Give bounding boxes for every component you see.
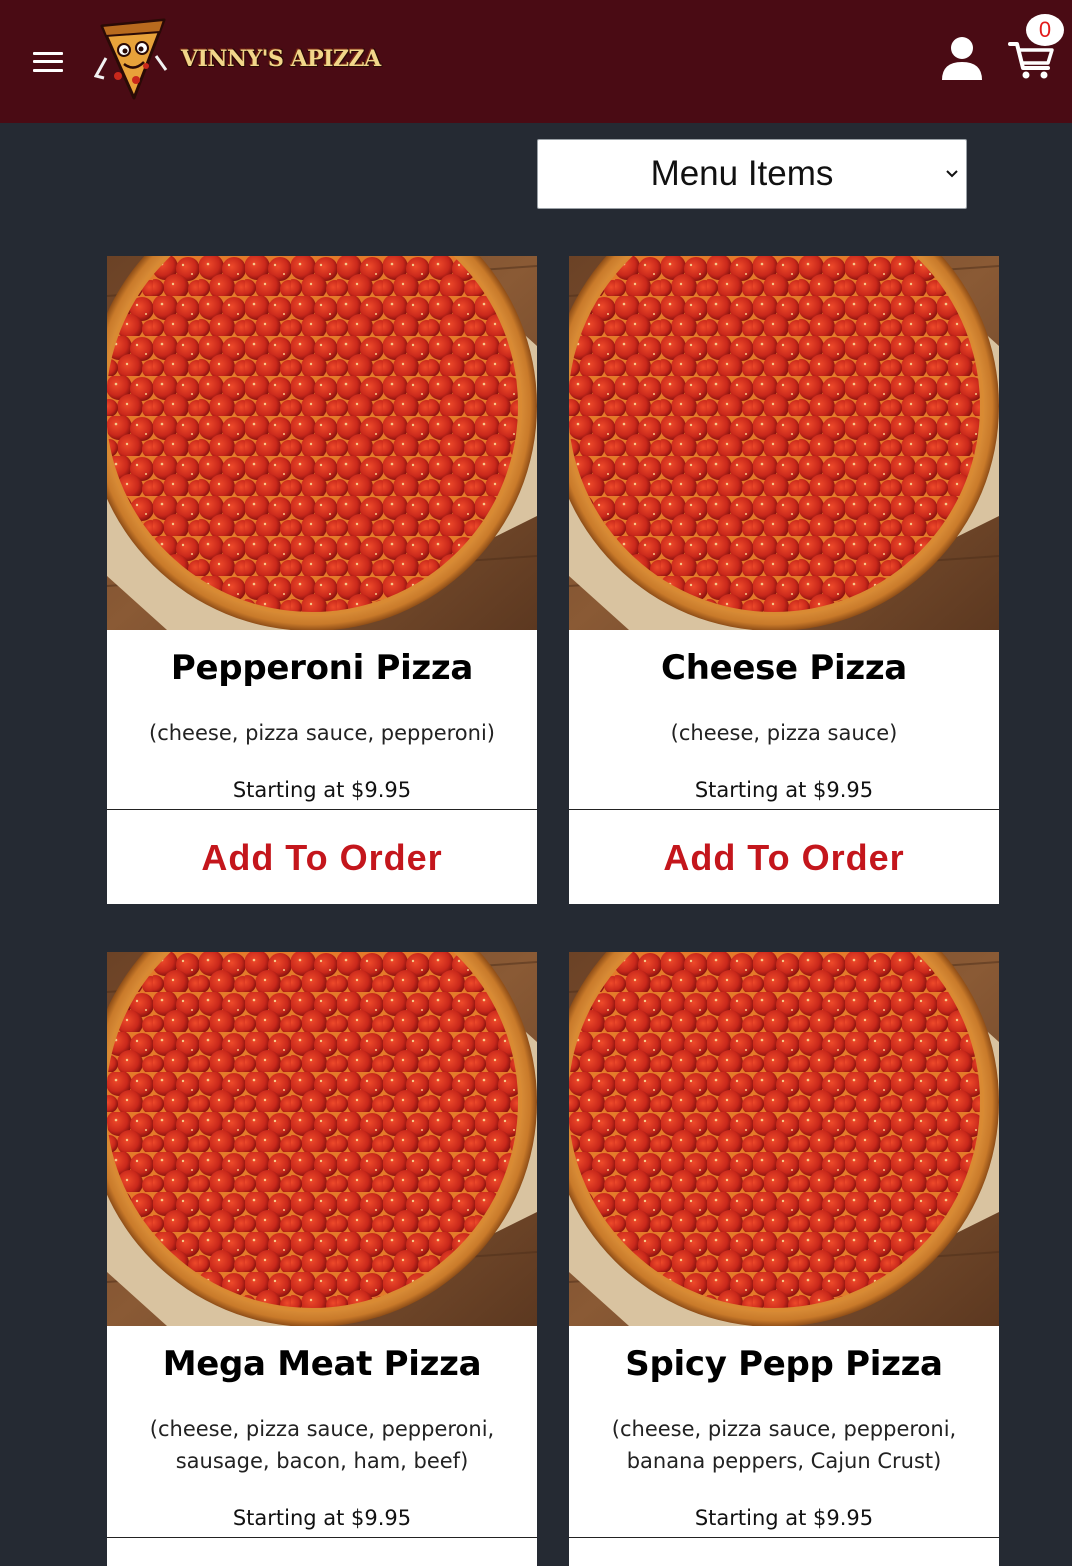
menu-item-card: Mega Meat Pizza (cheese, pizza sauce, pe… [107,952,537,1566]
pizza-image [107,256,537,630]
add-to-order-button[interactable]: Add To Order [569,811,999,904]
pizza-mascot-icon [94,18,168,100]
card-divider [569,1537,999,1538]
menu-item-card: Cheese Pizza (cheese, pizza sauce) Start… [569,256,999,904]
brand-logo[interactable]: VINNY'S APIZZA [94,18,381,102]
item-description: (cheese, pizza sauce) [670,721,898,745]
pizza-image [569,952,999,1326]
pizza-image [107,952,537,1326]
brand-name: VINNY'S APIZZA [181,46,381,72]
item-title: Spicy Pepp Pizza [625,1344,943,1384]
add-to-order-button[interactable]: Add To Order [107,811,537,904]
item-price: Starting at $9.95 [694,1506,874,1530]
cart-button[interactable]: 0 [1006,14,1066,84]
cart-count-badge: 0 [1026,14,1064,46]
card-divider [569,809,999,810]
menu-select-value: Menu Items [650,154,834,193]
item-description: (cheese, pizza sauce, pepperoni, banana … [611,1417,957,1473]
item-title: Mega Meat Pizza [162,1344,482,1384]
menu-category-select[interactable]: Menu Items [537,139,967,209]
item-price: Starting at $9.95 [232,778,412,802]
item-title: Cheese Pizza [661,648,907,688]
menu-item-card: Spicy Pepp Pizza (cheese, pizza sauce, p… [569,952,999,1566]
user-icon[interactable] [940,36,984,82]
pizza-image [569,256,999,630]
top-navbar: VINNY'S APIZZA 0 [0,0,1072,123]
item-description: (cheese, pizza sauce, pepperoni, sausage… [149,1417,495,1473]
menu-icon[interactable] [33,50,63,74]
item-price: Starting at $9.95 [694,778,874,802]
menu-item-card: Pepperoni Pizza (cheese, pizza sauce, pe… [107,256,537,904]
card-divider [107,1537,537,1538]
item-price: Starting at $9.95 [232,1506,412,1530]
item-title: Pepperoni Pizza [170,648,474,688]
card-divider [107,809,537,810]
cart-icon [1008,42,1054,79]
chevron-down-icon [946,170,958,178]
item-description: (cheese, pizza sauce, pepperoni) [149,721,495,745]
